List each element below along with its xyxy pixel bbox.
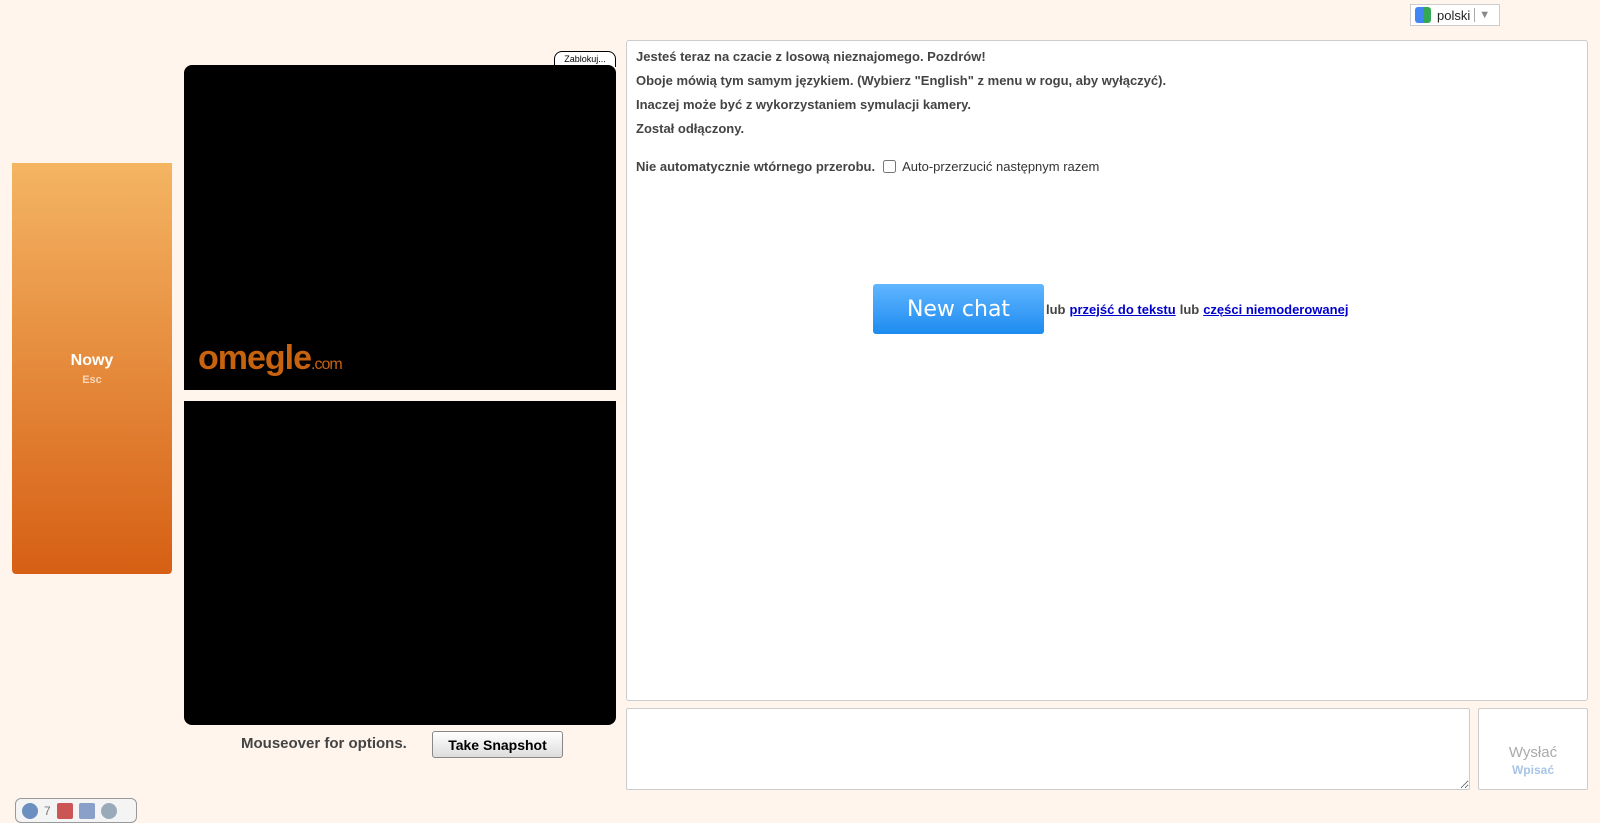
bottom-toolbar: 7 (15, 798, 137, 823)
send-button[interactable]: Wysłać Wpisać (1478, 708, 1588, 790)
text-chat-link[interactable]: przejść do tekstu (1070, 302, 1176, 317)
language-label: polski (1437, 7, 1471, 23)
dropdown-arrow-icon: ▼ (1479, 9, 1491, 21)
new-chat-button[interactable]: New chat (873, 284, 1044, 334)
new-button[interactable]: Nowy Esc (12, 163, 172, 574)
message-input[interactable] (626, 708, 1470, 790)
log-message: Inaczej może być z wykorzystaniem symula… (636, 97, 972, 112)
new-button-shortcut: Esc (82, 373, 102, 386)
share-icon[interactable] (56, 802, 73, 819)
auto-reroll-label[interactable]: Auto-przerzucić następnym razem (902, 159, 1099, 174)
stranger-video: omegle.com (184, 65, 616, 390)
reconnect-row: Nie automatycznie wtórnego przerobu. Aut… (636, 159, 1578, 174)
facebook-icon[interactable] (78, 802, 95, 819)
send-sub: Wpisać (1511, 763, 1554, 777)
omegle-logo: omegle.com (198, 339, 343, 377)
google-icon (1415, 7, 1431, 23)
take-snapshot-button[interactable]: Take Snapshot (432, 731, 563, 758)
new-button-label: Nowy (70, 351, 114, 369)
or-text: lub (1046, 301, 1066, 317)
viewer-count: 7 (44, 803, 51, 818)
settings-icon[interactable] (100, 802, 117, 819)
log-message: Oboje mówią tym samym językiem. (Wybierz… (636, 73, 1167, 88)
or-text: lub (1179, 301, 1200, 317)
viewer-icon[interactable] (22, 802, 38, 819)
mouseover-hint: Mouseover for options. (241, 735, 407, 752)
log-message: Jesteś teraz na czacie z losową nieznajo… (636, 49, 986, 64)
auto-reroll-checkbox[interactable] (883, 160, 897, 173)
self-video (184, 401, 616, 725)
new-chat-row: New chat lub przejść do tekstu lub częśc… (873, 284, 1352, 334)
send-label: Wysłać (1508, 744, 1558, 761)
unmoderated-link[interactable]: części niemoderowanej (1203, 302, 1348, 317)
reconnect-text: Nie automatycznie wtórnego przerobu. (636, 159, 876, 174)
log-message: Został odłączony. (636, 121, 745, 136)
divider (1474, 8, 1476, 22)
chat-log: Jesteś teraz na czacie z losową nieznajo… (626, 40, 1588, 701)
language-selector[interactable]: polski ▼ (1410, 4, 1500, 26)
